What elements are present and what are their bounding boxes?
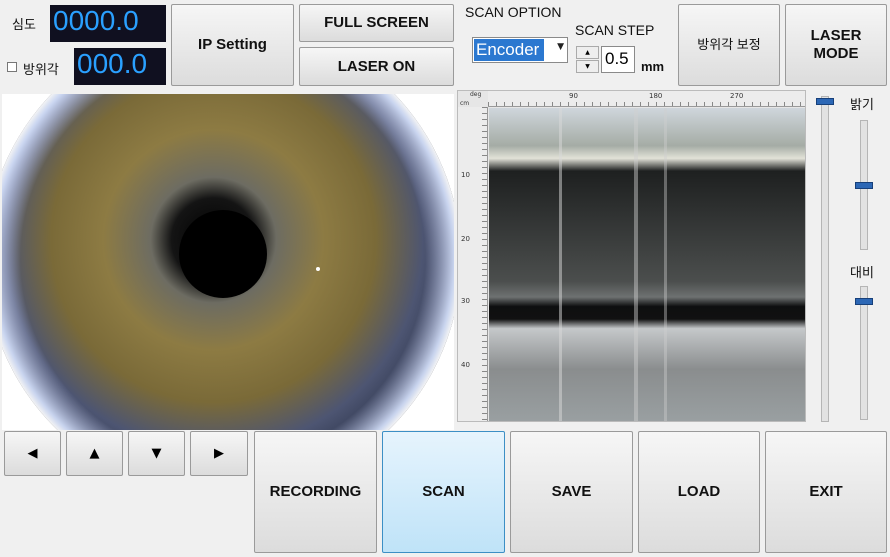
master-slider-thumb[interactable] — [816, 98, 834, 105]
down-arrow-button[interactable]: ▼ — [128, 431, 185, 476]
chevron-down-icon[interactable]: ▼ — [557, 42, 564, 52]
camera-image — [2, 94, 454, 430]
arrow-down-icon: ▼ — [151, 446, 162, 461]
azimuth-checkbox[interactable] — [7, 62, 17, 72]
spinner-down-button[interactable]: ▼ — [576, 60, 599, 73]
laser-on-button[interactable]: LASER ON — [299, 47, 454, 86]
save-button[interactable]: SAVE — [510, 431, 633, 553]
scan-strip-view: deg cm 90 180 270 10 20 30 40 — [457, 90, 806, 422]
brightness-label: 밝기 — [850, 98, 874, 113]
scan-step-unit: mm — [641, 59, 665, 74]
full-screen-button[interactable]: FULL SCREEN — [299, 4, 454, 42]
deg-ruler — [488, 91, 805, 107]
deg-tick-90: 90 — [569, 92, 578, 100]
scan-option-title: SCAN OPTION — [465, 4, 562, 20]
azimuth-label: 방위각 — [23, 63, 59, 78]
depth-tick-10: 10 — [461, 171, 470, 179]
depth-ruler — [458, 107, 488, 421]
scan-button[interactable]: SCAN — [382, 431, 505, 553]
up-arrow-button[interactable]: ▲ — [66, 431, 123, 476]
azimuth-correct-button[interactable]: 방위각 보정 — [678, 4, 780, 86]
depth-readout: 0000.0 — [50, 5, 166, 42]
master-slider[interactable] — [821, 96, 829, 422]
depth-tick-20: 20 — [461, 235, 470, 243]
contrast-slider-thumb[interactable] — [855, 297, 873, 305]
scan-mode-value: Encoder — [474, 39, 544, 61]
depth-tick-40: 40 — [461, 361, 470, 369]
deg-tick-180: 180 — [649, 92, 663, 100]
scan-mode-select[interactable]: Encoder ▼ — [472, 37, 568, 63]
scan-step-value: 0.5 — [605, 49, 629, 68]
contrast-label: 대비 — [850, 266, 874, 281]
brightness-slider-thumb[interactable] — [855, 181, 873, 189]
recording-button[interactable]: RECORDING — [254, 431, 377, 553]
contrast-slider[interactable] — [860, 286, 868, 420]
depth-label: 심도 — [12, 18, 36, 33]
load-button[interactable]: LOAD — [638, 431, 760, 553]
azimuth-readout: 000.0 — [74, 48, 166, 85]
scan-strip-image — [489, 108, 805, 421]
scan-step-title: SCAN STEP — [575, 22, 655, 38]
arrow-right-icon: ▶ — [214, 446, 224, 461]
spinner-up-button[interactable]: ▲ — [576, 46, 599, 59]
depth-tick-30: 30 — [461, 297, 470, 305]
right-arrow-button[interactable]: ▶ — [190, 431, 248, 476]
arrow-left-icon: ◀ — [27, 446, 38, 461]
ip-setting-button[interactable]: IP Setting — [171, 4, 294, 86]
deg-tick-270: 270 — [730, 92, 744, 100]
left-arrow-button[interactable]: ◀ — [4, 431, 61, 476]
laser-mode-button[interactable]: LASER MODE — [785, 4, 887, 86]
cm-corner-label: cm — [460, 100, 470, 107]
scan-step-input[interactable]: 0.5 — [601, 46, 635, 73]
deg-corner-label: deg — [470, 91, 482, 98]
scan-step-spinner[interactable]: ▲ ▼ — [576, 46, 599, 73]
exit-button[interactable]: EXIT — [765, 431, 887, 553]
camera-view — [2, 94, 454, 430]
arrow-up-icon: ▲ — [89, 446, 100, 461]
